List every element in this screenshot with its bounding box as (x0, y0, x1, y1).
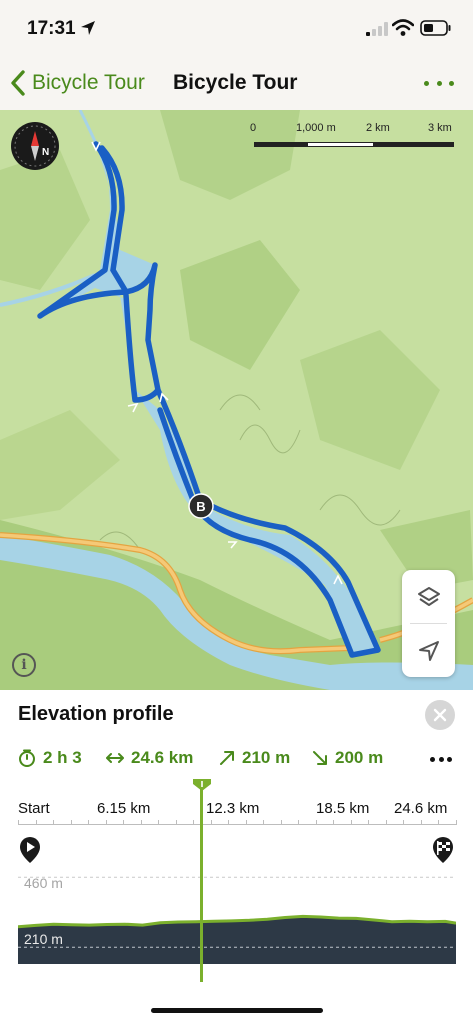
scale-label: 1,000 m (296, 122, 336, 134)
map-view[interactable]: B N 0 1,000 m 2 km 3 km i (0, 110, 473, 690)
more-dot-icon (447, 757, 452, 762)
grid-label-max: 460 m (24, 875, 63, 891)
x-axis-tick (280, 820, 282, 825)
stat-distance-value: 24.6 km (131, 748, 194, 767)
route-stats: 2 h 3 24.6 km 210 m 200 m (18, 748, 458, 772)
ascent-arrow-icon (220, 751, 234, 765)
back-button[interactable]: Bicycle Tour (10, 68, 145, 98)
close-icon (433, 708, 447, 722)
elevation-chart[interactable] (18, 866, 456, 964)
x-axis-tick (18, 820, 19, 825)
x-axis-tick (245, 820, 247, 825)
more-options-button[interactable] (424, 70, 454, 96)
x-axis-tick (105, 820, 107, 825)
x-tick-label: 12.3 km (206, 800, 260, 817)
distance-icon (106, 753, 124, 763)
stat-descent: 200 m (312, 748, 383, 768)
x-tick-label: Start (18, 800, 50, 817)
x-axis-tick (158, 820, 160, 825)
x-axis-tick (298, 820, 300, 825)
x-axis-tick (140, 820, 142, 825)
scale-label: 2 km (366, 122, 390, 134)
x-axis-tick (315, 820, 317, 825)
page-title: Bicycle Tour (173, 71, 298, 94)
cursor-handle[interactable] (192, 778, 212, 792)
x-axis-tick (228, 820, 230, 825)
scale-label: 3 km (428, 122, 452, 134)
svg-text:N: N (42, 147, 49, 158)
start-flag-icon[interactable] (18, 836, 42, 864)
x-axis-tick (70, 820, 72, 825)
grid-label-min: 210 m (24, 931, 63, 947)
stat-duration: 2 h 3 (18, 748, 82, 768)
x-axis-tick (53, 820, 55, 825)
compass-button[interactable]: N (11, 122, 59, 170)
panel-title: Elevation profile (18, 703, 174, 725)
descent-arrow-icon (313, 751, 327, 765)
x-axis-tick (35, 820, 37, 825)
scale-segment (308, 143, 373, 146)
x-tick-label: 6.15 km (97, 800, 151, 817)
signal-icon (366, 22, 388, 36)
x-axis-tick (368, 820, 370, 825)
x-axis-tick (333, 820, 335, 825)
x-axis-tick (438, 820, 440, 825)
scale-label: 0 (250, 122, 257, 134)
x-axis-tick (403, 820, 405, 825)
stat-ascent: 210 m (219, 748, 290, 768)
x-axis-tick (263, 820, 265, 825)
x-axis-tick (123, 820, 125, 825)
status-time: 17:31 (27, 18, 76, 39)
more-dot-icon (438, 757, 444, 762)
location-arrow-icon (81, 21, 95, 35)
status-bar: 17:31 (0, 0, 473, 58)
battery-icon (420, 20, 451, 36)
x-tick-label: 24.6 km (394, 800, 448, 817)
more-dot-icon (424, 80, 429, 86)
layers-icon (417, 586, 440, 606)
layers-button[interactable] (402, 570, 455, 623)
stopwatch-icon (19, 749, 35, 767)
back-label: Bicycle Tour (32, 71, 145, 94)
navigation-arrow-icon (418, 640, 439, 661)
wifi-icon (392, 19, 414, 36)
stat-descent-value: 200 m (335, 748, 384, 767)
stat-distance: 24.6 km (106, 748, 193, 768)
compass-icon: N (14, 125, 56, 167)
x-tick-label: 18.5 km (316, 800, 370, 817)
x-axis-tick (175, 820, 177, 825)
chevron-left-icon (11, 70, 25, 96)
x-axis-tick (88, 820, 90, 825)
info-button[interactable]: i (12, 653, 36, 677)
x-axis-tick (385, 820, 387, 825)
more-dot-icon (449, 80, 454, 86)
stat-ascent-value: 210 m (242, 748, 291, 767)
home-indicator (151, 1008, 323, 1013)
more-dot-icon (430, 757, 435, 762)
locate-button[interactable] (402, 624, 455, 677)
more-dot-icon (436, 80, 442, 86)
nav-bar: Bicycle Tour Bicycle Tour (0, 58, 473, 110)
elevation-panel: Elevation profile 2 h 3 24.6 km 210 m 20… (0, 690, 473, 1024)
stat-duration-value: 2 h 3 (43, 748, 82, 767)
position-cursor[interactable] (200, 782, 203, 982)
x-axis (18, 824, 456, 825)
map-controls (402, 570, 455, 677)
x-axis-tick (456, 820, 457, 825)
x-axis-tick (350, 820, 352, 825)
stats-more-button[interactable] (430, 757, 452, 763)
finish-flag-icon[interactable] (431, 836, 455, 864)
x-axis-tick (193, 820, 195, 825)
x-axis-tick (420, 820, 422, 825)
x-axis-tick (210, 820, 212, 825)
waypoint-label: B (196, 499, 205, 514)
close-button[interactable] (425, 700, 455, 730)
map-scale-bar: 0 1,000 m 2 km 3 km (248, 122, 458, 152)
